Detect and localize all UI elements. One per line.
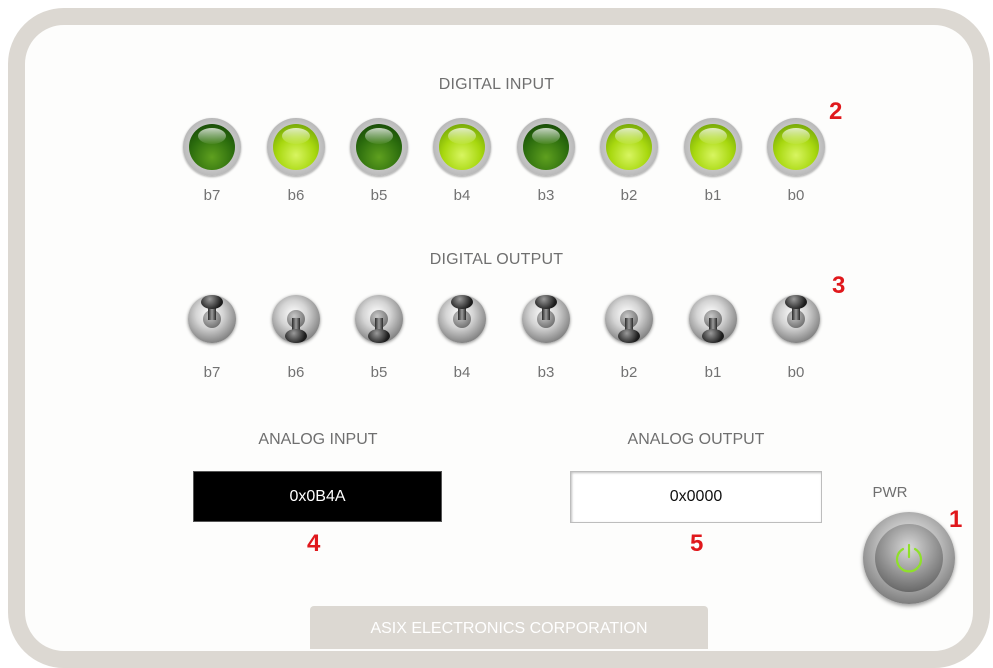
power-icon bbox=[895, 543, 923, 573]
digital-input-title: DIGITAL INPUT bbox=[438, 76, 555, 93]
led-indicator bbox=[517, 118, 575, 176]
analog-input-display: 0x0B4A bbox=[193, 471, 442, 522]
toggle-switch[interactable] bbox=[438, 295, 486, 343]
digital-input-bit-label: b2 bbox=[620, 187, 638, 204]
digital-output-bit-label: b5 bbox=[370, 364, 388, 381]
digital-output-bit-label: b4 bbox=[453, 364, 471, 381]
toggle-knob bbox=[535, 295, 557, 309]
led-indicator bbox=[684, 118, 742, 176]
toggle-switch[interactable] bbox=[272, 295, 320, 343]
digital-input-bit-label: b5 bbox=[370, 187, 388, 204]
digital-output-bit-label: b2 bbox=[620, 364, 638, 381]
toggle-knob bbox=[618, 329, 640, 343]
analog-input-title: ANALOG INPUT bbox=[258, 431, 378, 448]
led-lens bbox=[356, 124, 402, 170]
toggle-switch[interactable] bbox=[605, 295, 653, 343]
analog-output-title: ANALOG OUTPUT bbox=[627, 431, 765, 448]
digital-output-bit-label: b3 bbox=[537, 364, 555, 381]
led-indicator bbox=[267, 118, 325, 176]
led-indicator bbox=[600, 118, 658, 176]
digital-output-bit-label: b0 bbox=[787, 364, 805, 381]
digital-input-bit-label: b3 bbox=[537, 187, 555, 204]
power-marker: 1 bbox=[949, 506, 963, 533]
led-indicator bbox=[183, 118, 241, 176]
digital-input-bit-label: b7 bbox=[203, 187, 221, 204]
toggle-knob bbox=[702, 329, 724, 343]
led-lens bbox=[273, 124, 319, 170]
toggle-switch[interactable] bbox=[522, 295, 570, 343]
power-button[interactable] bbox=[863, 512, 955, 604]
led-lens bbox=[690, 124, 736, 170]
toggle-knob bbox=[785, 295, 807, 309]
toggle-switch[interactable] bbox=[188, 295, 236, 343]
digital-input-bit-label: b6 bbox=[287, 187, 305, 204]
toggle-switch[interactable] bbox=[689, 295, 737, 343]
toggle-switch[interactable] bbox=[772, 295, 820, 343]
toggle-knob bbox=[368, 329, 390, 343]
digital-input-bit-label: b1 bbox=[704, 187, 722, 204]
footer-company: ASIX ELECTRONICS CORPORATION bbox=[310, 606, 708, 649]
digital-output-bit-label: b7 bbox=[203, 364, 221, 381]
analog-output-marker: 5 bbox=[690, 530, 704, 557]
digital-input-marker: 2 bbox=[829, 98, 843, 125]
toggle-switch[interactable] bbox=[355, 295, 403, 343]
digital-output-title: DIGITAL OUTPUT bbox=[429, 251, 564, 268]
digital-output-marker: 3 bbox=[832, 272, 846, 299]
led-lens bbox=[773, 124, 819, 170]
analog-input-marker: 4 bbox=[307, 530, 321, 557]
digital-input-bit-label: b0 bbox=[787, 187, 805, 204]
led-lens bbox=[439, 124, 485, 170]
analog-output-field[interactable]: 0x0000 bbox=[570, 471, 822, 523]
led-lens bbox=[606, 124, 652, 170]
led-indicator bbox=[767, 118, 825, 176]
led-indicator bbox=[433, 118, 491, 176]
toggle-knob bbox=[451, 295, 473, 309]
led-indicator bbox=[350, 118, 408, 176]
led-lens bbox=[189, 124, 235, 170]
digital-output-bit-label: b6 bbox=[287, 364, 305, 381]
toggle-knob bbox=[285, 329, 307, 343]
led-lens bbox=[523, 124, 569, 170]
digital-output-bit-label: b1 bbox=[704, 364, 722, 381]
digital-input-bit-label: b4 bbox=[453, 187, 471, 204]
power-label: PWR bbox=[872, 484, 908, 501]
toggle-knob bbox=[201, 295, 223, 309]
device-panel-frame bbox=[8, 8, 990, 668]
